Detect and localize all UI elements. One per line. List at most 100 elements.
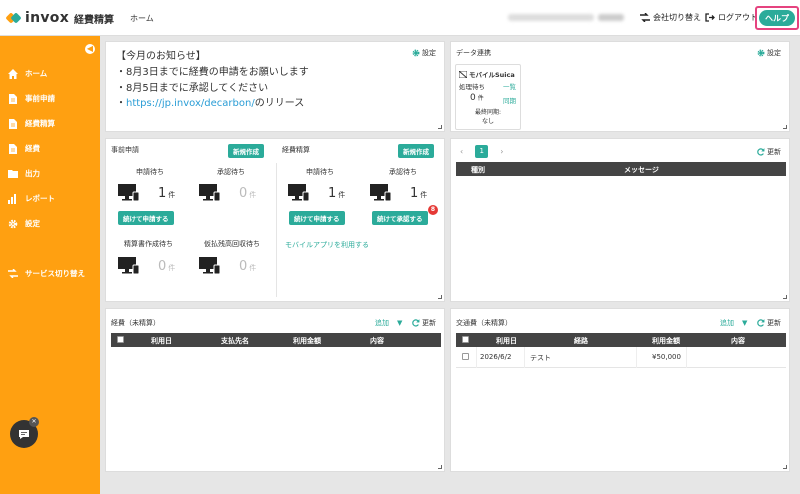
decarbon-link[interactable]: https://jp.invox/decarbon/ xyxy=(126,98,255,109)
row-date: 2026/6/2 xyxy=(480,353,512,361)
count-unit: 件 xyxy=(168,191,176,199)
sidebar-item-service-switch[interactable]: サービス切り替え xyxy=(8,268,85,279)
transport-panel: 交通費（未精算） 追加 ▼ 更新 利用日 経路 利用金額 内容 2026/6/2… xyxy=(450,308,790,472)
sidebar-item-label: レポート xyxy=(25,194,55,203)
suica-sync-link[interactable]: 同期 xyxy=(503,95,516,105)
breadcrumb-home[interactable]: ホーム xyxy=(130,13,154,24)
notice-bullet: ・ xyxy=(116,98,126,109)
settle-continue-approve-button[interactable]: 続けて承認する xyxy=(372,211,428,225)
cell-divider xyxy=(686,347,687,368)
resize-handle[interactable] xyxy=(438,125,442,129)
computer-icon xyxy=(288,184,310,202)
computer-icon xyxy=(370,184,392,202)
company-switch-label: 会社切り替え xyxy=(653,13,701,22)
expenses-panel: 経費（未精算） 追加 ▼ 更新 利用日 支払先名 利用金額 内容 xyxy=(105,308,445,472)
sidebar-item-label: ホーム xyxy=(25,69,48,78)
help-button[interactable]: ヘルプ xyxy=(755,6,799,30)
count-unit: 件 xyxy=(249,264,257,272)
notice-link-suffix: のリリース xyxy=(254,98,305,109)
data-link-settings-link[interactable]: 設定 xyxy=(757,48,781,58)
messages-table-header: 種別 メッセージ xyxy=(456,162,786,176)
select-all-checkbox[interactable] xyxy=(117,336,124,343)
expenses-refresh-link[interactable]: 更新 xyxy=(412,318,436,328)
report-wait-label: 精算書作成待ち xyxy=(124,240,173,248)
divider xyxy=(276,163,277,297)
mobile-app-link[interactable]: モバイルアプリを利用する xyxy=(285,240,369,250)
resize-handle[interactable] xyxy=(783,465,787,469)
document-icon xyxy=(8,93,18,104)
messages-pager: ‹ 1 › xyxy=(460,145,503,158)
expenses-add-dropdown[interactable]: 追加 ▼ xyxy=(375,318,402,328)
column-header: 利用日 xyxy=(496,337,517,345)
transport-table-header: 利用日 経路 利用金額 内容 xyxy=(456,333,786,347)
app-logo[interactable]: invox 経費精算 xyxy=(5,10,114,26)
resize-handle[interactable] xyxy=(438,295,442,299)
sidebar-item-pre-application[interactable]: 事前申請 xyxy=(8,93,55,104)
pager-next-icon[interactable]: › xyxy=(500,147,503,156)
advance-wait-count: 0件 xyxy=(239,259,256,274)
settlement-new-button[interactable]: 新規作成 xyxy=(398,144,434,158)
sidebar-item-settings[interactable]: 設定 xyxy=(8,218,40,229)
cell-divider xyxy=(636,347,637,368)
approve-count-badge: 8 xyxy=(428,205,438,215)
transport-add-dropdown[interactable]: 追加 ▼ xyxy=(720,318,747,328)
company-switch-link[interactable]: 会社切り替え xyxy=(640,12,701,23)
suica-last-sync-label: 最終同期: xyxy=(474,109,502,116)
column-header: 経路 xyxy=(574,337,588,345)
pre-application-new-button[interactable]: 新規作成 xyxy=(228,144,264,158)
logout-link[interactable]: ログアウト xyxy=(705,12,758,23)
resize-handle[interactable] xyxy=(438,465,442,469)
expenses-title: 経費（未精算） xyxy=(111,319,160,327)
expenses-refresh-label: 更新 xyxy=(422,319,436,327)
suica-card-name: モバイルSuica xyxy=(469,71,515,79)
sidebar-item-label: 経費 xyxy=(25,144,40,153)
sidebar-item-label: 経費精算 xyxy=(25,119,55,128)
column-header: メッセージ xyxy=(624,166,659,174)
bar-chart-icon xyxy=(8,193,18,204)
filter-icon[interactable]: ▼ xyxy=(742,319,747,327)
sidebar-item-expense-settlement[interactable]: 経費精算 xyxy=(8,118,55,129)
data-link-panel: データ連携 設定 モバイルSuica 処理待ち 一覧 0件 同期 最終同期: な… xyxy=(450,41,790,132)
count-value: 1 xyxy=(158,186,167,201)
select-all-checkbox[interactable] xyxy=(462,336,469,343)
suica-list-link[interactable]: 一覧 xyxy=(503,81,516,91)
pre-continue-apply-button[interactable]: 続けて申請する xyxy=(118,211,174,225)
settle-continue-apply-button[interactable]: 続けて申請する xyxy=(289,211,345,225)
row-route: テスト xyxy=(530,354,551,362)
notice-settings-link[interactable]: 設定 xyxy=(412,48,436,58)
count-value: 1 xyxy=(328,186,337,201)
sidebar-item-output[interactable]: 出力 xyxy=(8,168,40,179)
refresh-icon xyxy=(757,148,765,156)
expenses-table-header: 利用日 支払先名 利用金額 内容 xyxy=(111,333,441,347)
sidebar-collapse-icon[interactable]: ◀ xyxy=(85,44,95,54)
cell-divider xyxy=(524,347,525,368)
suica-card: モバイルSuica 処理待ち 一覧 0件 同期 最終同期: なし xyxy=(455,64,521,130)
company-switch-icon xyxy=(640,13,650,22)
settle-apply-wait-count: 1件 xyxy=(328,186,345,201)
pre-apply-wait-label: 申請待ち xyxy=(136,168,164,176)
row-checkbox[interactable] xyxy=(462,353,469,360)
home-icon xyxy=(8,68,18,79)
messages-refresh-link[interactable]: 更新 xyxy=(757,147,781,157)
suica-logo-icon xyxy=(459,70,467,78)
refresh-icon xyxy=(412,319,420,327)
resize-handle[interactable] xyxy=(783,295,787,299)
sidebar-item-home[interactable]: ホーム xyxy=(8,68,47,79)
sidebar-item-report[interactable]: レポート xyxy=(8,193,55,204)
count-unit: 件 xyxy=(338,191,346,199)
pager-prev-icon[interactable]: ‹ xyxy=(460,147,463,156)
pre-application-title: 事前申請 xyxy=(111,146,139,154)
gear-icon xyxy=(412,49,420,57)
filter-icon[interactable]: ▼ xyxy=(397,319,402,327)
chat-close-icon[interactable]: ✕ xyxy=(29,417,39,427)
computer-icon xyxy=(118,257,140,275)
pager-page-1[interactable]: 1 xyxy=(475,145,489,158)
resize-handle[interactable] xyxy=(783,125,787,129)
sidebar-item-expenses[interactable]: 経費 xyxy=(8,143,40,154)
table-row[interactable]: 2026/6/2 テスト ¥50,000 xyxy=(456,347,786,368)
logout-icon xyxy=(705,13,715,22)
column-header: 利用日 xyxy=(151,337,172,345)
cell-divider xyxy=(476,347,477,368)
transport-refresh-link[interactable]: 更新 xyxy=(757,318,781,328)
suica-count-unit: 件 xyxy=(477,95,484,102)
